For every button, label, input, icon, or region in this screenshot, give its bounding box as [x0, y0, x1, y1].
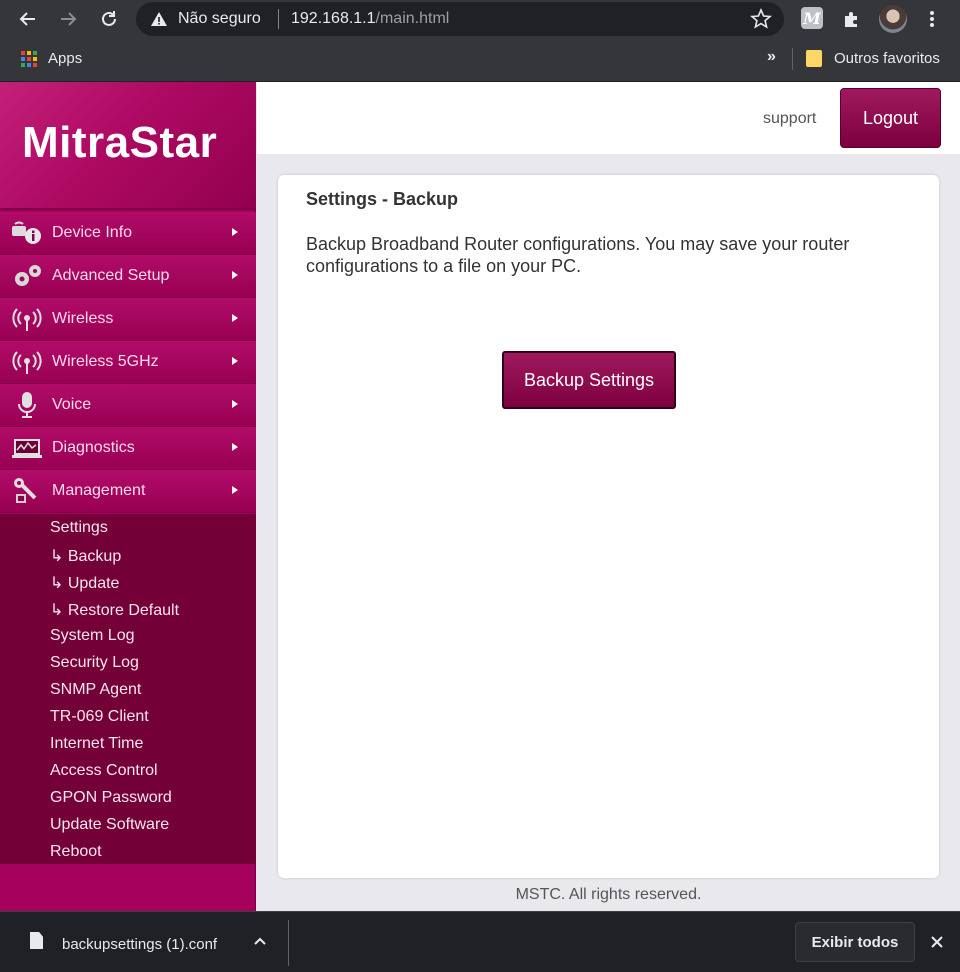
menu-item-diagnostics[interactable]: Diagnostics — [0, 427, 256, 470]
extension-m-icon[interactable]: M — [801, 7, 823, 29]
menu-item-management[interactable]: Management — [0, 470, 256, 513]
folder-icon[interactable] — [806, 50, 822, 67]
arrow-right-icon — [232, 228, 238, 236]
arrow-right-icon — [232, 357, 238, 365]
support-link[interactable]: support — [763, 110, 816, 128]
bookmark-other-favorites[interactable]: Outros favoritos — [834, 50, 940, 67]
bookmark-apps[interactable]: Apps — [48, 50, 82, 67]
submenu-item-update-software[interactable]: Update Software — [50, 816, 169, 834]
arrow-right-icon — [232, 314, 238, 322]
apps-grid-icon[interactable] — [21, 51, 37, 67]
menu-item-wireless[interactable]: Wireless — [0, 298, 256, 341]
bookmarks-overflow-button[interactable]: » — [767, 48, 776, 66]
menu-item-device-info[interactable]: Device Info — [0, 212, 256, 255]
gears-icon — [15, 265, 41, 286]
menu-label: Diagnostics — [52, 439, 135, 456]
download-bar: backupsettings (1).conf Exibir todos — [0, 911, 960, 972]
brand-logo: MitraStar — [22, 118, 218, 167]
extensions-puzzle-icon[interactable] — [838, 5, 866, 33]
submenu-item-internet-time[interactable]: Internet Time — [50, 735, 143, 753]
submenu-item-gpon-password[interactable]: GPON Password — [50, 789, 172, 807]
close-icon[interactable] — [929, 934, 945, 955]
forward-arrow-icon[interactable] — [54, 5, 82, 33]
backup-settings-button[interactable]: Backup Settings — [502, 351, 676, 409]
download-divider — [288, 920, 289, 966]
submenu-item-system-log[interactable]: System Log — [50, 627, 134, 645]
profile-avatar[interactable] — [879, 5, 907, 33]
menu-label: Advanced Setup — [52, 267, 170, 284]
wireless-icon — [12, 308, 42, 331]
menu-label: Device Info — [52, 224, 133, 241]
browser-menu-icon[interactable] — [918, 5, 946, 33]
submenu-item-backup[interactable]: ↳ Backup — [50, 546, 121, 566]
browser-toolbar: Não seguro 192.168.1.1/main.html M — [0, 0, 960, 38]
bookmarks-divider — [792, 48, 793, 70]
url-path: /main.html — [375, 10, 450, 27]
menu-item-advanced-setup[interactable]: Advanced Setup — [0, 255, 256, 298]
wireless-icon — [12, 351, 42, 374]
bookmark-star-icon[interactable] — [750, 7, 772, 35]
submenu-item-settings[interactable]: Settings — [50, 519, 108, 537]
management-submenu: Settings ↳ Backup ↳ Update ↳ Restore Def… — [0, 514, 256, 864]
submenu-item-access-control[interactable]: Access Control — [50, 762, 158, 780]
sidebar: MitraStar Device Info Advanced Setup Wir… — [0, 82, 256, 911]
page-title: Settings - Backup — [306, 189, 459, 209]
show-all-downloads-button[interactable]: Exibir todos — [795, 922, 915, 962]
wrench-icon — [14, 478, 37, 503]
security-label[interactable]: Não seguro — [178, 10, 261, 28]
logout-button[interactable]: Logout — [840, 88, 941, 148]
submenu-item-tr069-client[interactable]: TR-069 Client — [50, 708, 149, 726]
menu-item-voice[interactable]: Voice — [0, 384, 256, 427]
omnibox-divider — [278, 9, 279, 29]
extension-letter: M — [803, 8, 821, 28]
menu-label: Voice — [52, 396, 92, 413]
reload-icon[interactable] — [95, 5, 123, 33]
router-page: MitraStar Device Info Advanced Setup Wir… — [0, 82, 960, 911]
url-text[interactable]: 192.168.1.1/main.html — [291, 10, 449, 28]
back-arrow-icon[interactable] — [14, 5, 42, 33]
page-description: Backup Broadband Router configurations. … — [306, 234, 850, 276]
submenu-item-security-log[interactable]: Security Log — [50, 654, 139, 672]
logo-area: MitraStar — [0, 82, 256, 210]
submenu-item-snmp-agent[interactable]: SNMP Agent — [50, 681, 141, 699]
submenu-item-restore-default[interactable]: ↳ Restore Default — [50, 600, 179, 620]
content-panel: Settings - Backup Backup Broadband Route… — [278, 175, 939, 878]
menu-item-wireless-5ghz[interactable]: Wireless 5GHz — [0, 341, 256, 384]
menu-label: Management — [52, 482, 146, 499]
menu-label: Wireless — [52, 310, 114, 327]
arrow-right-icon — [232, 400, 238, 408]
microphone-icon — [18, 392, 36, 418]
address-bar[interactable]: Não seguro 192.168.1.1/main.html — [136, 2, 784, 36]
arrow-right-icon — [232, 486, 238, 494]
file-icon — [30, 932, 43, 949]
submenu-item-update[interactable]: ↳ Update — [50, 573, 119, 593]
arrow-right-icon — [232, 443, 238, 451]
submenu-item-reboot[interactable]: Reboot — [50, 843, 102, 861]
arrow-right-icon — [232, 271, 238, 279]
url-host: 192.168.1.1 — [291, 10, 376, 27]
menu-label: Wireless 5GHz — [52, 353, 159, 370]
download-file-name[interactable]: backupsettings (1).conf — [62, 936, 217, 953]
chevron-up-icon[interactable] — [252, 934, 268, 955]
device-info-icon — [12, 221, 41, 244]
main-menu: Device Info Advanced Setup Wireless Wire… — [0, 212, 256, 513]
footer-copyright: MSTC. All rights reserved. — [515, 886, 702, 903]
warning-icon[interactable] — [150, 10, 168, 33]
diagnostics-icon — [12, 439, 42, 458]
top-bar: support Logout — [257, 82, 960, 154]
